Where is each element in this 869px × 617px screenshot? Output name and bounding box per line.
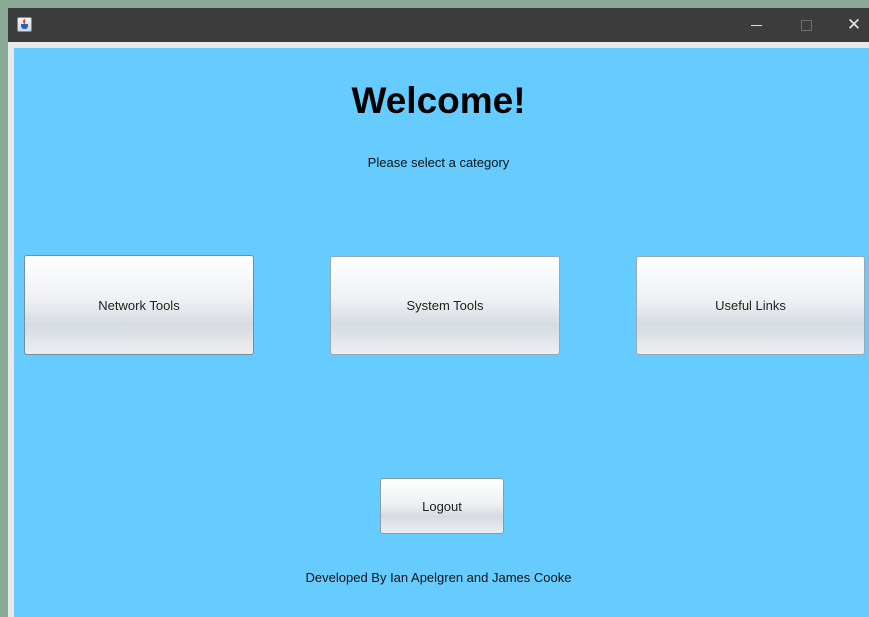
useful-links-button[interactable]: Useful Links (636, 256, 865, 355)
logout-label: Logout (422, 498, 462, 514)
system-tools-label: System Tools (406, 298, 484, 313)
minimize-button[interactable] (733, 8, 779, 42)
network-tools-button[interactable]: Network Tools (24, 255, 254, 355)
system-tools-button[interactable]: System Tools (330, 256, 560, 355)
credits-label: Developed By Ian Apelgren and James Cook… (305, 570, 572, 585)
title-bar[interactable]: ✕ (8, 8, 869, 42)
close-icon: ✕ (846, 15, 862, 35)
app-window: ✕ Welcome! Please select a category Netw… (8, 8, 869, 617)
network-tools-label: Network Tools (98, 297, 180, 313)
main-panel: Welcome! Please select a category Networ… (14, 48, 869, 617)
close-button[interactable]: ✕ (831, 8, 869, 42)
subtitle-label: Please select a category (367, 155, 510, 170)
maximize-icon (800, 19, 812, 31)
useful-links-label: Useful Links (715, 298, 786, 313)
java-cup-icon (17, 17, 32, 32)
logout-button[interactable]: Logout (380, 478, 504, 534)
minimize-icon (750, 24, 762, 26)
maximize-button[interactable] (783, 8, 829, 42)
page-title: Welcome! (351, 80, 526, 121)
